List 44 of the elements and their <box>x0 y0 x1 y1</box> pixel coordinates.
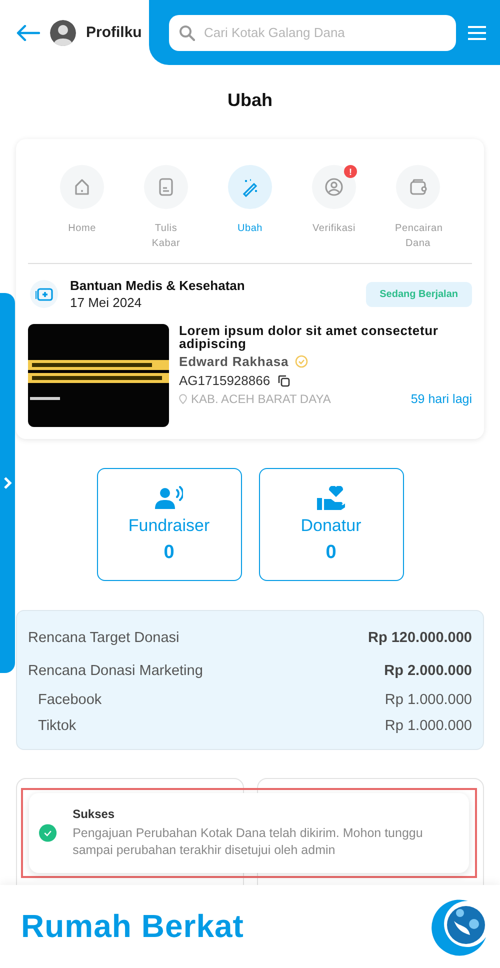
menu-tab[interactable]: ! Verifikasi <box>302 165 366 251</box>
menu-tab[interactable]: Tulis Kabar <box>134 165 198 251</box>
summary-value: Rp 2.000.000 <box>384 662 472 678</box>
summary-label: Rencana Target Donasi <box>28 630 180 646</box>
brand-name: Rumah Berkat <box>21 908 244 945</box>
location-pin-icon <box>179 394 187 404</box>
author-name: Edward Rakhasa <box>179 354 289 369</box>
days-left: 59 hari lagi <box>410 392 472 406</box>
menu-tab[interactable]: Pencairan Dana <box>386 165 450 251</box>
search-field[interactable]: Cari Kotak Galang Dana <box>169 14 456 50</box>
summary-value: Rp 1.000.000 <box>384 718 472 734</box>
medical-kit-icon <box>30 280 58 308</box>
stat-label: Fundraiser <box>128 516 210 536</box>
campaign-category: Bantuan Medis & Kesehatan <box>70 278 246 293</box>
campaign-location: KAB. ACEH BARAT DAYA <box>191 392 331 406</box>
status-badge: Sedang Berjalan <box>366 282 472 306</box>
menu-icon[interactable] <box>468 26 486 40</box>
search-icon <box>179 24 195 40</box>
toast-message: Pengajuan Perubahan Kotak Dana telah dikirim. Mohon tunggu sampai perubahan terakhir disetujui oleh admin <box>72 825 424 859</box>
hand-heart-icon <box>317 486 345 510</box>
menu-tab[interactable]: Ubah <box>218 165 282 251</box>
summary-label: Rencana Donasi Marketing <box>28 662 203 678</box>
profile-name[interactable]: Profilku <box>86 24 142 41</box>
wallet-icon <box>407 176 429 198</box>
summary-label: Tiktok <box>38 718 76 734</box>
user-icon <box>323 176 345 198</box>
alert-badge: ! <box>344 165 357 178</box>
page-title: Ubah <box>228 90 272 111</box>
copy-icon[interactable] <box>278 374 290 386</box>
summary-value: Rp 1.000.000 <box>384 692 472 708</box>
stat-value: 0 <box>164 542 174 564</box>
stat-value: 0 <box>326 542 336 564</box>
stat-label: Donatur <box>300 516 362 536</box>
avatar-icon[interactable] <box>50 20 76 46</box>
campaign-title: Lorem ipsum dolor sit amet consectetur adipiscing <box>179 324 440 350</box>
menu-tab[interactable]: Home <box>50 165 114 251</box>
chevron-right-icon[interactable] <box>3 476 12 490</box>
back-arrow-icon[interactable] <box>16 24 40 40</box>
toast-title: Sukses <box>72 807 116 821</box>
speaking-person-icon <box>155 486 183 510</box>
summary-value: Rp 120.000.000 <box>368 630 472 646</box>
campaign-code: AG1715928866 <box>179 373 270 388</box>
summary-label: Facebook <box>38 692 102 708</box>
campaign-date: 17 Mei 2024 <box>70 295 143 310</box>
